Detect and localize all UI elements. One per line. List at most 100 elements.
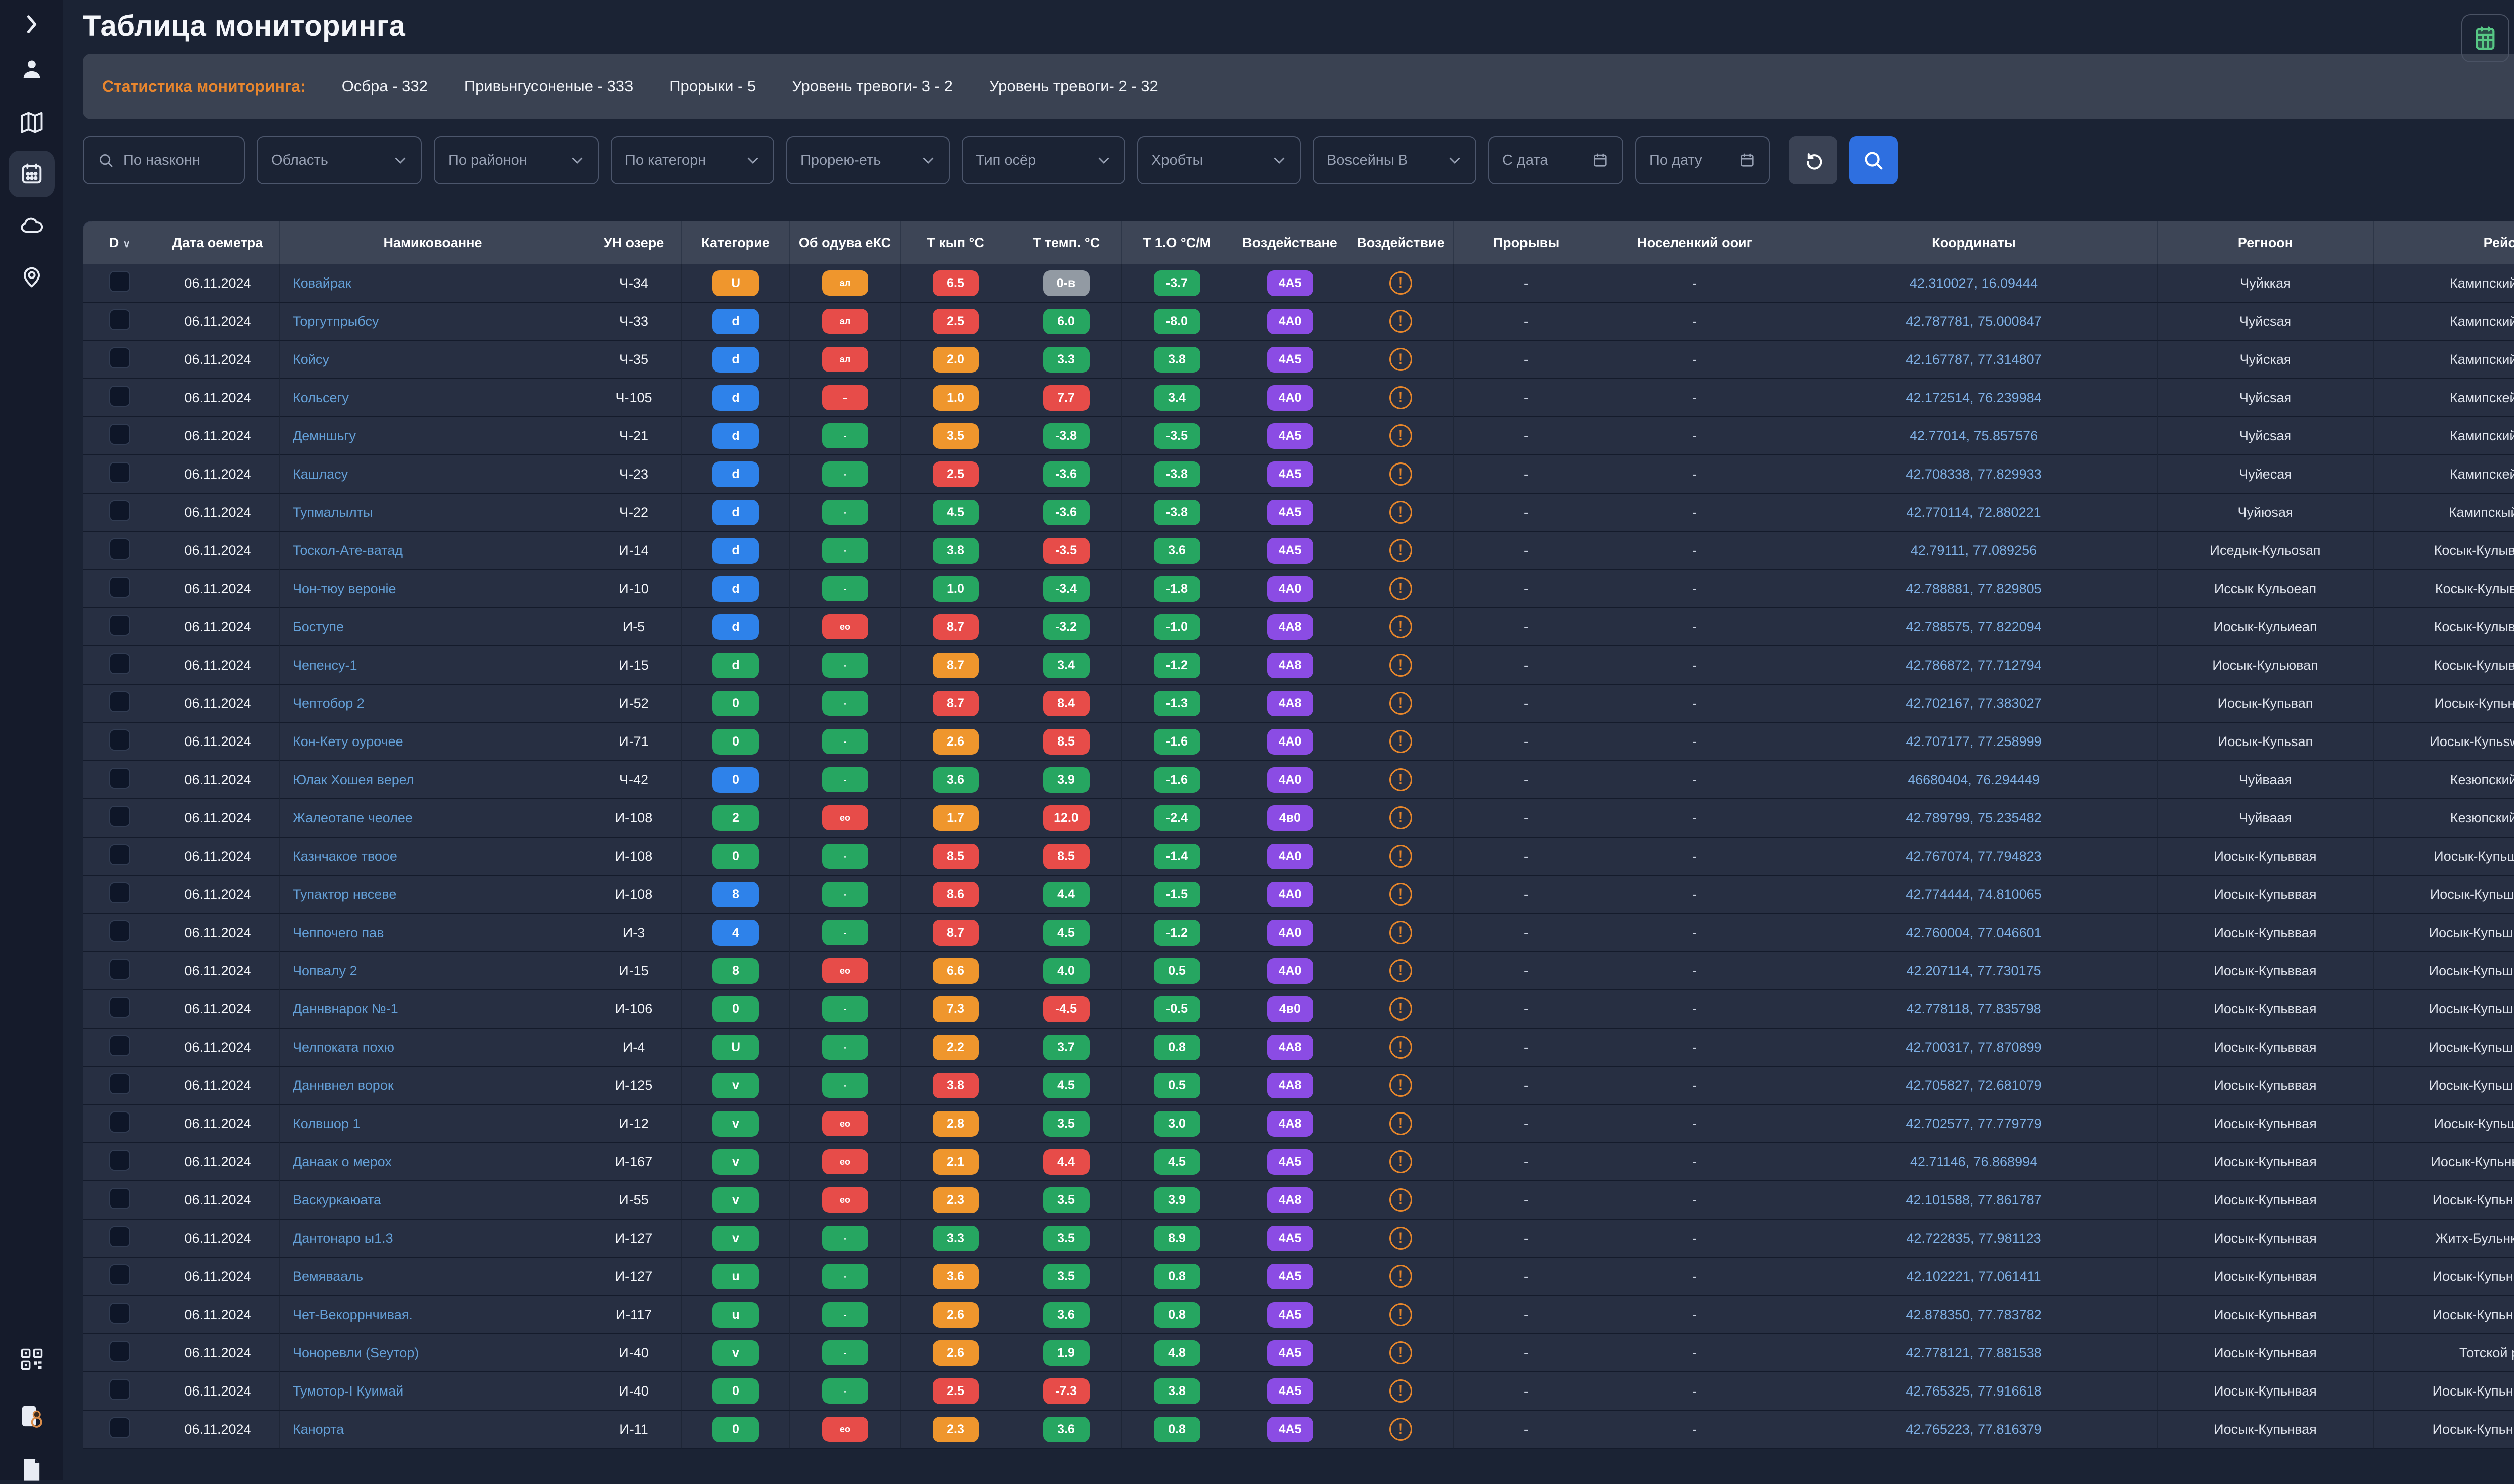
- filter-ridges-dropdown[interactable]: Хробты: [1137, 136, 1301, 184]
- coordinates-link[interactable]: 42.765223, 77.816379: [1906, 1422, 2041, 1437]
- sidebar-expand-chevron-icon[interactable]: [18, 10, 46, 38]
- table-row[interactable]: 06.11.2024Даннвнарок №-1И-1060-7.3-4.5-0…: [83, 990, 2514, 1029]
- column-header-12[interactable]: Носеленкий ооиг: [1599, 221, 1790, 264]
- search-input[interactable]: По наsконн: [83, 136, 245, 184]
- warning-icon[interactable]: !: [1389, 806, 1412, 829]
- column-header-4[interactable]: Категорие: [682, 221, 790, 264]
- table-row[interactable]: 06.11.2024КовайракЧ-34Uал6.50-в-3.74А5!-…: [83, 264, 2514, 303]
- column-header-1[interactable]: Дата оеметра: [156, 221, 280, 264]
- table-row[interactable]: 06.11.2024Тупактор нвсевеИ-1088-8.64.4-1…: [83, 876, 2514, 914]
- column-header-13[interactable]: Координаты: [1790, 221, 2158, 264]
- row-checkbox[interactable]: [109, 271, 130, 292]
- row-checkbox[interactable]: [109, 1035, 130, 1056]
- lake-name-link[interactable]: Даннвнарок №-1: [280, 1001, 586, 1017]
- row-checkbox[interactable]: [109, 347, 130, 368]
- export-excel-button[interactable]: [2461, 14, 2509, 62]
- row-checkbox[interactable]: [109, 1188, 130, 1209]
- warning-icon[interactable]: !: [1389, 1150, 1412, 1173]
- sidebar-item-map-icon[interactable]: [18, 108, 46, 136]
- sidebar-item-user-icon[interactable]: [18, 55, 46, 83]
- row-checkbox[interactable]: [109, 806, 130, 827]
- table-row[interactable]: 06.11.2024ВемяваaльИ-127u-3.63.50.84А5!-…: [83, 1258, 2514, 1296]
- warning-icon[interactable]: !: [1389, 654, 1412, 677]
- table-row[interactable]: 06.11.2024ДемншьгуЧ-21d-3.5-3.8-3.54А5!-…: [83, 417, 2514, 455]
- row-checkbox[interactable]: [109, 386, 130, 407]
- row-checkbox[interactable]: [109, 1150, 130, 1171]
- lake-name-link[interactable]: Тумотор-I Куимай: [280, 1383, 586, 1399]
- lake-name-link[interactable]: Васкуркаюата: [280, 1192, 586, 1208]
- warning-icon[interactable]: !: [1389, 1418, 1412, 1441]
- date-to-input[interactable]: По дату: [1635, 136, 1770, 184]
- filter-region-dropdown[interactable]: Область: [257, 136, 422, 184]
- filter-district-dropdown[interactable]: По районон: [434, 136, 599, 184]
- lake-name-link[interactable]: Демншьгу: [280, 428, 586, 444]
- table-row[interactable]: 06.11.2024Чепенсу-1И-15d-8.73.4-1.24А8!-…: [83, 646, 2514, 685]
- warning-icon[interactable]: !: [1389, 730, 1412, 753]
- table-row[interactable]: 06.11.2024Жалеотапе чеолееИ-1082ео1.712.…: [83, 799, 2514, 838]
- column-header-2[interactable]: Намиковоанне: [280, 221, 586, 264]
- table-row[interactable]: 06.11.2024Даннвнел ворокИ-125v-3.84.50.5…: [83, 1067, 2514, 1105]
- table-row[interactable]: 06.11.2024Чептобор 2И-520-8.78.4-1.34А8!…: [83, 685, 2514, 723]
- warning-icon[interactable]: !: [1389, 1112, 1412, 1135]
- coordinates-link[interactable]: 42.722835, 77.981123: [1906, 1231, 2041, 1246]
- table-row[interactable]: 06.11.2024ВаскуркаюатаИ-55vео2.33.53.94А…: [83, 1181, 2514, 1220]
- warning-icon[interactable]: !: [1389, 348, 1412, 371]
- warning-icon[interactable]: !: [1389, 1227, 1412, 1250]
- warning-icon[interactable]: !: [1389, 1074, 1412, 1097]
- coordinates-link[interactable]: 42.310027, 16.09444: [1910, 275, 2038, 291]
- table-row[interactable]: 06.11.2024КашласуЧ-23d-2.5-3.6-3.84А5!--…: [83, 455, 2514, 494]
- lake-name-link[interactable]: Чопвалу 2: [280, 963, 586, 979]
- coordinates-link[interactable]: 46680404, 76.294449: [1908, 772, 2040, 787]
- warning-icon[interactable]: !: [1389, 462, 1412, 486]
- row-checkbox[interactable]: [109, 577, 130, 598]
- row-checkbox[interactable]: [109, 309, 130, 330]
- warning-icon[interactable]: !: [1389, 1379, 1412, 1403]
- table-row[interactable]: 06.11.2024Тумотор-I КуимайИ-400-2.5-7.33…: [83, 1372, 2514, 1411]
- lake-name-link[interactable]: Юлак Хошея верел: [280, 772, 586, 788]
- warning-icon[interactable]: !: [1389, 577, 1412, 600]
- coordinates-link[interactable]: 42.101588, 77.861787: [1906, 1192, 2041, 1208]
- row-checkbox[interactable]: [109, 1303, 130, 1324]
- coordinates-link[interactable]: 42.708338, 77.829933: [1906, 467, 2041, 482]
- row-checkbox[interactable]: [109, 844, 130, 865]
- warning-icon[interactable]: !: [1389, 959, 1412, 982]
- row-checkbox[interactable]: [109, 920, 130, 942]
- table-row[interactable]: 06.11.2024КольсегуЧ-105d–1.07.73.44А0!--…: [83, 379, 2514, 417]
- lake-name-link[interactable]: Дантонаро ы1.3: [280, 1231, 586, 1246]
- sidebar-item-location-pin-icon[interactable]: [18, 262, 46, 291]
- lake-name-link[interactable]: Тупмалылты: [280, 505, 586, 520]
- warning-icon[interactable]: !: [1389, 1036, 1412, 1059]
- coordinates-link[interactable]: 42.789799, 75.235482: [1906, 810, 2041, 825]
- warning-icon[interactable]: !: [1389, 424, 1412, 447]
- row-checkbox[interactable]: [109, 424, 130, 445]
- lake-name-link[interactable]: Чептобор 2: [280, 696, 586, 711]
- lake-name-link[interactable]: Кон-Кету оурочее: [280, 734, 586, 750]
- column-header-0[interactable]: D∨: [83, 221, 156, 264]
- coordinates-link[interactable]: 42.167787, 77.314807: [1906, 352, 2041, 367]
- lake-name-link[interactable]: Чеппочего пав: [280, 925, 586, 941]
- table-row[interactable]: 06.11.2024КойсуЧ-35dал2.03.33.84А5!--42.…: [83, 341, 2514, 379]
- coordinates-link[interactable]: 42.172514, 76.239984: [1906, 390, 2041, 405]
- coordinates-link[interactable]: 42.788575, 77.822094: [1906, 619, 2041, 634]
- row-checkbox[interactable]: [109, 1226, 130, 1247]
- warning-icon[interactable]: !: [1389, 1188, 1412, 1212]
- sidebar-item-monitoring-calendar-icon[interactable]: [9, 151, 55, 197]
- coordinates-link[interactable]: 42.79111, 77.089256: [1911, 543, 2037, 558]
- filter-lake-type-dropdown[interactable]: Тип осёр: [962, 136, 1125, 184]
- lake-name-link[interactable]: Тупактор нвсеве: [280, 887, 586, 902]
- warning-icon[interactable]: !: [1389, 845, 1412, 868]
- lake-name-link[interactable]: Чон-тюу веронie: [280, 581, 586, 597]
- lake-name-link[interactable]: Кашласу: [280, 467, 586, 482]
- column-header-9[interactable]: Воздействане: [1232, 221, 1348, 264]
- lake-name-link[interactable]: Ковайрак: [280, 275, 586, 291]
- lake-name-link[interactable]: Жалеотапе чеолее: [280, 810, 586, 826]
- row-checkbox[interactable]: [109, 1073, 130, 1094]
- coordinates-link[interactable]: 42.767074, 77.794823: [1906, 849, 2041, 864]
- coordinates-link[interactable]: 42.778118, 77.835798: [1906, 1001, 2041, 1016]
- row-checkbox[interactable]: [109, 729, 130, 751]
- column-header-5[interactable]: Об одува еКС: [790, 221, 901, 264]
- table-row[interactable]: 06.11.2024ТупмалылтыЧ-22d-4.5-3.6-3.84А5…: [83, 494, 2514, 532]
- lake-name-link[interactable]: Тоскол-Ате-ватад: [280, 543, 586, 559]
- lake-name-link[interactable]: Чепенсу-1: [280, 658, 586, 673]
- coordinates-link[interactable]: 42.702167, 77.383027: [1906, 696, 2041, 711]
